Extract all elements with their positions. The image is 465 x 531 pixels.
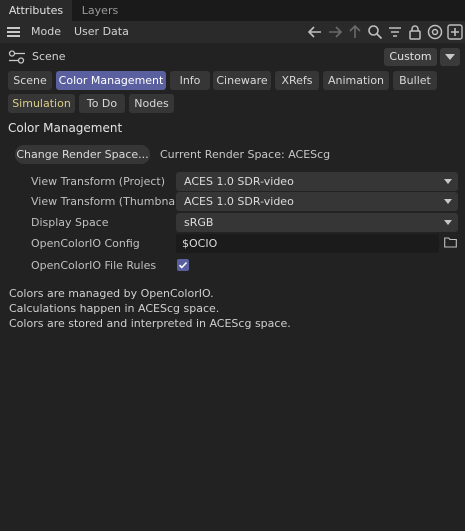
tab-bullet[interactable]: Bullet <box>393 71 437 90</box>
tab-layers[interactable]: Layers <box>72 0 128 21</box>
scene-label: Scene <box>32 50 66 63</box>
filter-icon[interactable] <box>386 23 404 41</box>
tab-cineware[interactable]: Cineware <box>213 71 271 90</box>
layout-dropdown[interactable]: Custom <box>384 48 437 66</box>
search-icon[interactable] <box>366 23 384 41</box>
arrow-up-icon[interactable] <box>346 23 364 41</box>
menu-bar: Mode User Data <box>0 21 465 43</box>
view-transform-project-dropdown[interactable]: ACES 1.0 SDR-video <box>176 172 458 191</box>
checkmark-icon <box>178 261 188 269</box>
tab-nodes[interactable]: Nodes <box>129 94 174 113</box>
scene-header: Scene Custom <box>0 45 465 69</box>
tab-animation[interactable]: Animation <box>323 71 389 90</box>
scene-settings-icon <box>8 50 26 64</box>
tab-attributes[interactable]: Attributes <box>0 0 72 21</box>
display-space-dropdown[interactable]: sRGB <box>176 213 458 232</box>
view-transform-thumbnails-dropdown[interactable]: ACES 1.0 SDR-video <box>176 192 458 211</box>
chevron-down-icon <box>444 199 452 204</box>
tab-info[interactable]: Info <box>170 71 210 90</box>
view-transform-project-value: ACES 1.0 SDR-video <box>184 175 294 188</box>
ocio-file-rules-label: OpenColorIO File Rules <box>31 259 157 272</box>
ocio-config-value: $OCIO <box>182 237 218 250</box>
change-render-space-button[interactable]: Change Render Space... <box>15 145 150 164</box>
arrow-left-icon[interactable] <box>306 23 324 41</box>
info-line: Calculations happen in ACEScg space. <box>9 302 220 315</box>
display-space-value: sRGB <box>184 216 214 229</box>
current-render-space-text: Current Render Space: ACEScg <box>160 148 331 161</box>
info-line: Colors are managed by OpenColorIO. <box>9 287 214 300</box>
chevron-down-icon <box>444 179 452 184</box>
chevron-down-icon <box>444 220 452 225</box>
view-transform-thumbnails-label: View Transform (Thumbnails) <box>31 195 192 208</box>
arrow-right-icon[interactable] <box>326 23 344 41</box>
ocio-file-rules-checkbox[interactable] <box>177 259 189 271</box>
tab-simulation[interactable]: Simulation <box>8 94 75 113</box>
add-icon[interactable] <box>446 23 464 41</box>
chevron-down-icon <box>445 54 455 60</box>
tab-xrefs[interactable]: XRefs <box>275 71 319 90</box>
hamburger-menu-icon[interactable] <box>7 27 20 37</box>
ocio-config-input[interactable]: $OCIO <box>176 234 439 253</box>
panel-tab-bar: Attributes Layers <box>0 0 465 21</box>
tab-to-do[interactable]: To Do <box>79 94 125 113</box>
lock-icon[interactable] <box>406 23 424 41</box>
tab-scene[interactable]: Scene <box>8 71 52 90</box>
layout-dropdown-arrow[interactable] <box>440 48 460 66</box>
tab-color-management[interactable]: Color Management <box>56 71 166 90</box>
folder-icon[interactable] <box>444 237 457 248</box>
ocio-config-label: OpenColorIO Config <box>31 237 140 250</box>
menu-mode[interactable]: Mode <box>31 21 61 43</box>
display-space-label: Display Space <box>31 216 109 229</box>
menu-user-data[interactable]: User Data <box>74 21 129 43</box>
target-icon[interactable] <box>426 23 444 41</box>
view-transform-project-label: View Transform (Project) <box>31 175 166 188</box>
section-title: Color Management <box>8 121 123 135</box>
view-transform-thumbnails-value: ACES 1.0 SDR-video <box>184 195 294 208</box>
info-line: Colors are stored and interpreted in ACE… <box>9 317 291 330</box>
